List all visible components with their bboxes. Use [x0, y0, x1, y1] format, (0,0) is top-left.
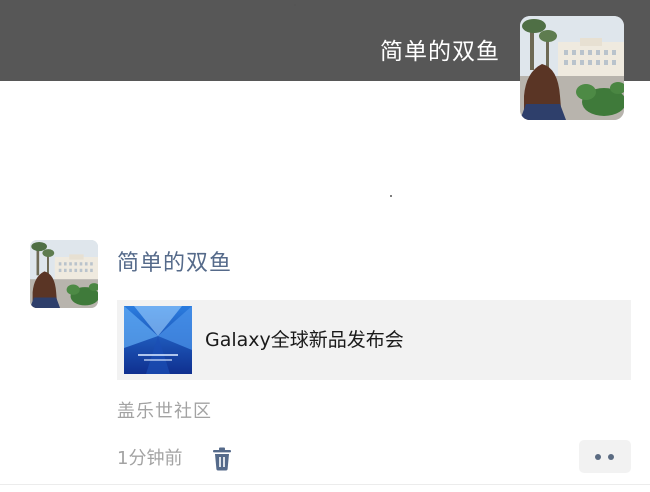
- dust-speck: [294, 4, 296, 6]
- link-title: Galaxy全球新品发布会: [205, 329, 404, 351]
- link-thumbnail: [124, 306, 192, 374]
- more-dot: [595, 454, 601, 460]
- post-author-name[interactable]: 简单的双鱼: [117, 248, 232, 280]
- trash-icon-glyph: [213, 447, 231, 471]
- more-dots-icon[interactable]: [579, 440, 631, 473]
- profile-nickname: 简单的双鱼: [380, 39, 500, 65]
- post-divider: [0, 484, 650, 485]
- profile-avatar[interactable]: [520, 16, 624, 120]
- post-author-avatar-photo: [30, 240, 98, 308]
- galaxy-thumbnail-graphic: [124, 306, 192, 374]
- trash-icon[interactable]: [210, 446, 234, 472]
- more-dot: [608, 454, 614, 460]
- shared-link-card[interactable]: Galaxy全球新品发布会: [117, 300, 631, 380]
- post-timestamp: 1分钟前: [117, 448, 183, 469]
- dust-speck: [390, 195, 392, 197]
- post-author-avatar[interactable]: [30, 240, 98, 308]
- post-source-label[interactable]: 盖乐世社区: [117, 398, 212, 426]
- profile-avatar-photo: [520, 16, 624, 120]
